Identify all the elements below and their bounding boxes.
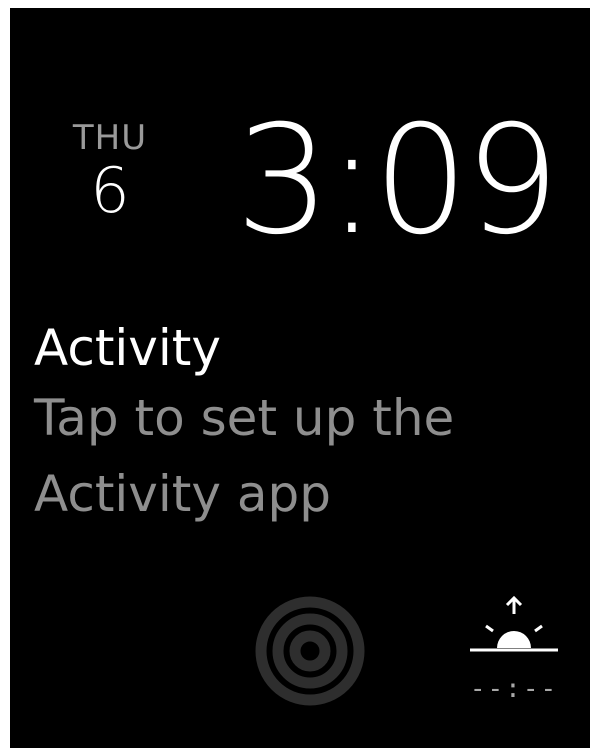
activity-rings-icon[interactable]: [253, 594, 367, 708]
watch-face: THU 6 3:09 Activity Tap to set up the Ac…: [10, 8, 590, 748]
activity-complication[interactable]: Activity Tap to set up the Activity app: [34, 316, 554, 532]
clock-time: 3:09: [235, 94, 560, 268]
day-number: 6: [90, 154, 130, 227]
activity-setup-prompt: Tap to set up the Activity app: [34, 389, 455, 523]
sunrise-time: --:--: [469, 674, 559, 704]
activity-title: Activity: [34, 319, 221, 377]
weekday-label: THU: [72, 118, 148, 158]
date-complication[interactable]: THU 6: [65, 118, 155, 224]
sunrise-icon[interactable]: [464, 596, 564, 656]
